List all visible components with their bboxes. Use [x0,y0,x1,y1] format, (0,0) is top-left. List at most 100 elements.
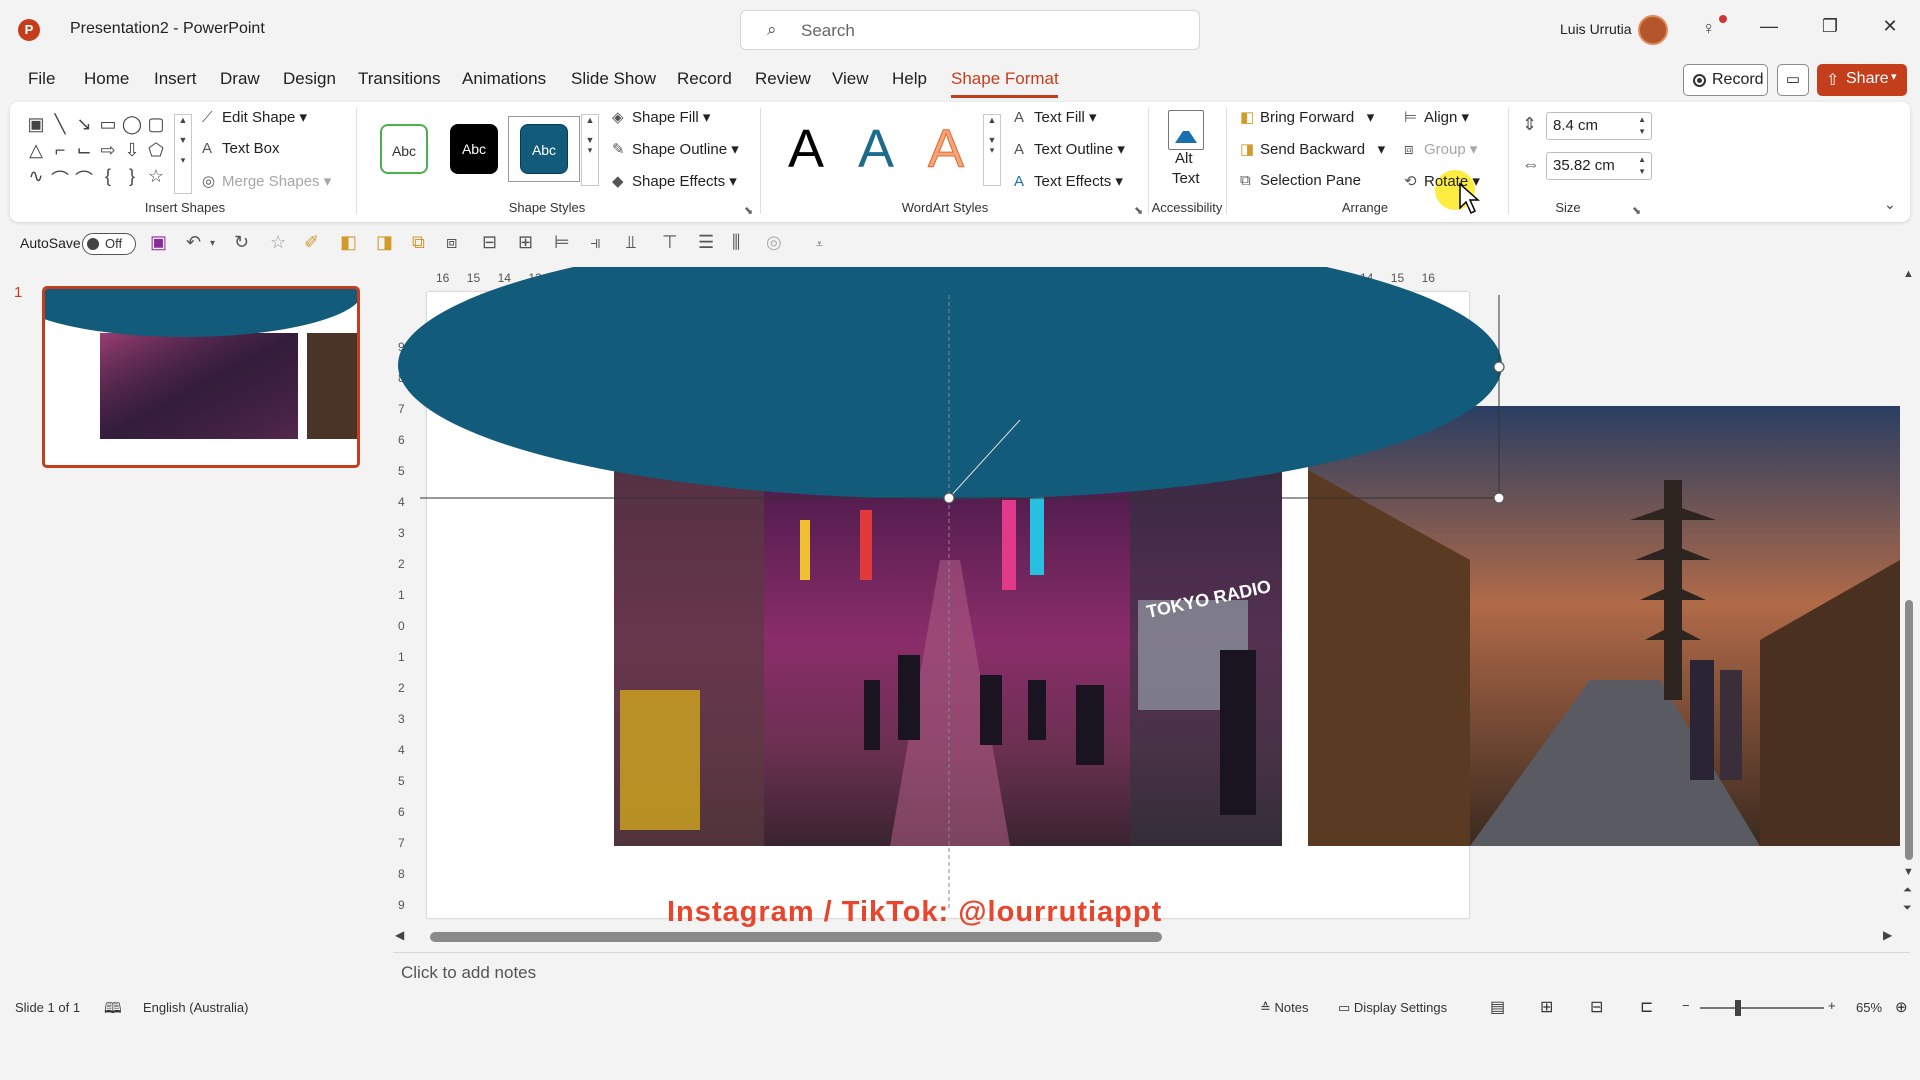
tokyo-street-image[interactable] [614,470,1282,846]
arrow-line-shape-icon[interactable]: ↘ [72,114,96,135]
normal-view-icon[interactable]: ▤ [1490,997,1505,1017]
wordart-style-orange[interactable]: A [927,118,964,180]
dialog-launcher-icon[interactable]: ⬊ [744,204,753,217]
send-to-back-icon[interactable]: ◨ [376,232,393,253]
zoom-level[interactable]: 65% [1856,1000,1882,1015]
tab-view[interactable]: View [832,69,869,89]
align-top-icon[interactable]: ⊤ [662,232,678,253]
shapes-gallery[interactable]: ▣ ╲ ↘ ▭ ◯ ▢ △ ⌐ ⌙ ⇨ ⇩ ⬠ ∿ ⌒ ⌒ { } ☆ [24,114,184,194]
lightbulb-icon[interactable]: ♀ [1702,18,1716,39]
save-icon[interactable]: ▣ [150,232,167,253]
right-brace-shape-icon[interactable]: } [120,166,144,187]
rectangle-shape-icon[interactable]: ▭ [96,114,120,135]
shape-style-swatch-teal[interactable]: Abc [520,124,568,174]
curved-connector-icon[interactable]: ⌙ [72,140,96,161]
avatar[interactable] [1638,15,1668,45]
shape-style-swatch-outline[interactable]: Abc [380,124,428,174]
selection-pane-button[interactable]: ⧉ Selection Pane [1240,172,1361,189]
tab-animations[interactable]: Animations [462,69,546,89]
next-slide-icon[interactable]: ⏷ [1903,902,1912,915]
wordart-style-blue[interactable]: A [858,118,894,180]
shape-effects-button[interactable]: ◆ Shape Effects ▾ [612,172,737,190]
search-box[interactable]: ⌕ Search [740,10,1200,50]
bring-to-front-icon[interactable]: ◧ [340,232,357,253]
slide-show-icon[interactable]: ⊏ [1640,997,1653,1017]
accessibility-check-icon[interactable]: 🕮 [104,998,122,1023]
scroll-up-icon[interactable]: ▲ [1903,268,1914,280]
previous-slide-icon[interactable]: ⏶ [1903,884,1912,897]
collapse-ribbon-chevron-icon[interactable]: ⌄ [1884,196,1896,213]
freeform-shape-icon[interactable]: ∿ [24,166,48,187]
scroll-down-icon[interactable]: ▼ [1903,866,1914,878]
shape-fill-button[interactable]: ◈ Shape Fill ▾ [612,108,710,126]
zoom-slider-thumb[interactable] [1735,1000,1741,1016]
shape-styles-scroll[interactable]: ▲ ▼ ▾ [581,114,599,186]
notes-pane[interactable]: Click to add notes [393,952,1910,990]
distribute-vertical-icon[interactable]: ☰ [698,232,714,253]
format-painter-icon[interactable]: ✐ [304,232,319,253]
oval-shape-icon[interactable]: ◯ [120,114,144,135]
undo-dropdown-icon[interactable]: ▾ [210,238,215,249]
alt-text-label-2[interactable]: Text [1172,170,1200,187]
zoom-in-icon[interactable]: + [1828,998,1836,1013]
group-objects-icon[interactable]: ⧉ [412,232,425,253]
notes-placeholder[interactable]: Click to add notes [401,963,536,983]
tab-design[interactable]: Design [283,69,336,89]
zoom-out-icon[interactable]: − [1682,998,1690,1013]
horizontal-scroll-thumb[interactable] [430,932,1162,942]
dialog-launcher-icon[interactable]: ⬊ [1632,204,1641,217]
text-outline-button[interactable]: A Text Outline ▾ [1014,140,1125,158]
align-left-icon[interactable]: ⊨ [554,232,570,253]
line-shape-icon[interactable]: ╲ [48,114,72,135]
send-backward-button[interactable]: ◨ Send Backward ▾ [1240,140,1385,158]
reading-view-icon[interactable]: ⊟ [1590,997,1603,1017]
user-name[interactable]: Luis Urrutia [1560,21,1632,37]
share-button[interactable]: ⇧ Share ▾ [1817,64,1907,96]
tab-home[interactable]: Home [84,69,129,89]
elbow-connector-icon[interactable]: ⌐ [48,140,72,161]
wordart-style-black[interactable]: A [788,118,824,180]
pentagon-shape-icon[interactable]: ⬠ [144,140,168,161]
record-button[interactable]: Record [1683,64,1768,96]
kyoto-pagoda-image[interactable] [1308,406,1900,846]
shape-width-input[interactable]: 35.82 cm ▲ ▼ [1546,152,1652,180]
merge-shapes-icon[interactable]: ◎ [766,232,782,253]
shapes-gallery-scroll[interactable]: ▲ ▼ ▾ [174,114,192,194]
merge-shapes-button[interactable]: ◎ Merge Shapes ▾ [202,172,331,190]
redo-icon[interactable]: ↻ [234,232,249,253]
text-fill-button[interactable]: A Text Fill ▾ [1014,108,1097,126]
arc-shape-icon[interactable]: ⌒ [72,166,96,192]
star-shape-icon[interactable]: ☆ [144,166,168,187]
alt-text-label-1[interactable]: Alt [1175,150,1193,167]
notes-toggle-button[interactable]: ≙ Notes [1260,1000,1309,1016]
tab-slide-show[interactable]: Slide Show [571,69,656,89]
triangle-shape-icon[interactable]: △ [24,140,48,161]
autosave-toggle[interactable]: Off [82,233,136,255]
right-arrow-shape-icon[interactable]: ⇨ [96,140,120,161]
tab-help[interactable]: Help [892,69,927,89]
restore-button[interactable]: ❐ [1815,16,1845,37]
curve-shape-icon[interactable]: ⌒ [48,166,72,192]
bring-forward-button[interactable]: ◧ Bring Forward ▾ [1240,108,1374,126]
tab-draw[interactable]: Draw [220,69,260,89]
language-indicator[interactable]: English (Australia) [143,1000,249,1015]
group-button[interactable]: ⧈ Group ▾ [1404,140,1477,158]
tab-record[interactable]: Record [677,69,732,89]
left-brace-shape-icon[interactable]: { [96,166,120,187]
resize-handle[interactable] [943,492,955,504]
resize-handle[interactable] [1493,492,1505,504]
shape-height-input[interactable]: 8.4 cm ▲ ▼ [1546,112,1652,140]
undo-icon[interactable]: ↶ [186,232,201,253]
tab-review[interactable]: Review [755,69,811,89]
tab-transitions[interactable]: Transitions [358,69,441,89]
display-settings-button[interactable]: ▭ Display Settings [1338,1000,1447,1016]
align-button[interactable]: ⊨ Align ▾ [1404,108,1469,126]
slide-thumbnail[interactable] [42,286,360,468]
zoom-slider[interactable] [1700,1007,1824,1009]
star-icon[interactable]: ☆ [270,232,286,253]
tab-insert[interactable]: Insert [154,69,197,89]
wordart-styles-scroll[interactable]: ▲ ▼ ▾ [983,114,1001,186]
align-center-icon[interactable]: ⊟ [482,232,497,253]
resize-handle[interactable] [1493,361,1505,373]
ungroup-icon[interactable]: ⧈ [446,232,457,253]
